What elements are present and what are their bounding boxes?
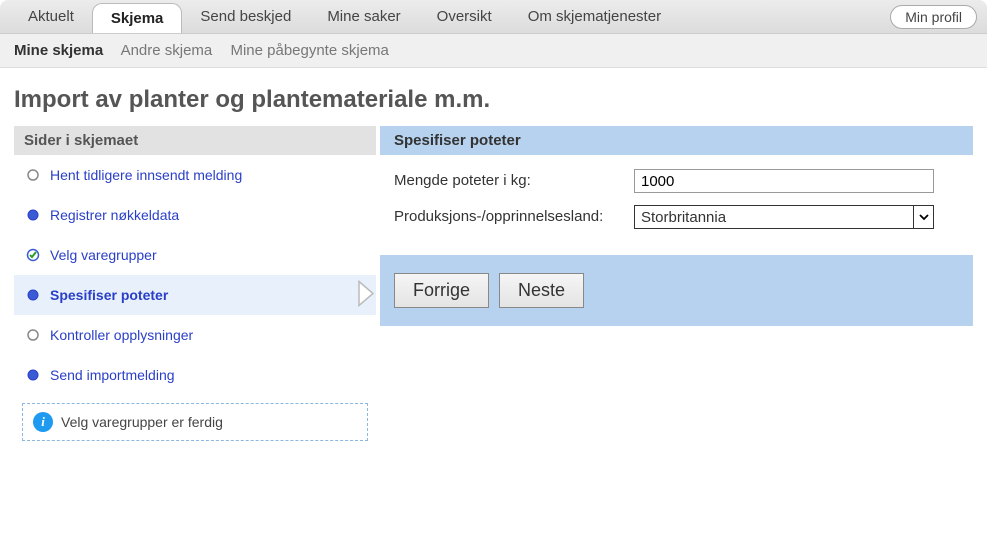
select-country[interactable]: Storbritannia xyxy=(634,205,934,229)
circle-filled-icon xyxy=(26,368,40,382)
step-link[interactable]: Kontroller opplysninger xyxy=(50,327,193,343)
info-icon: i xyxy=(33,412,53,432)
subtab-pabegynte-skjema[interactable]: Mine påbegynte skjema xyxy=(230,42,388,59)
circle-empty-icon xyxy=(26,168,40,182)
circle-filled-icon xyxy=(26,288,40,302)
subtab-andre-skjema[interactable]: Andre skjema xyxy=(121,42,213,59)
main-panel: Spesifiser poteter Mengde poteter i kg: … xyxy=(380,126,973,326)
step-link[interactable]: Hent tidligere innsendt melding xyxy=(50,167,242,183)
tab-mine-saker[interactable]: Mine saker xyxy=(309,2,418,31)
nav-button-row: Forrige Neste xyxy=(380,255,973,326)
label-country: Produksjons-/opprinnelsesland: xyxy=(394,205,634,225)
subtab-mine-skjema[interactable]: Mine skjema xyxy=(14,42,103,59)
form-area: Mengde poteter i kg: Produksjons-/opprin… xyxy=(380,155,973,255)
min-profil-button[interactable]: Min profil xyxy=(890,5,977,29)
step-kontroller-opplysninger[interactable]: Kontroller opplysninger xyxy=(14,315,376,355)
main-header: Spesifiser poteter xyxy=(380,126,973,155)
top-tabs: Aktuelt Skjema Send beskjed Mine saker O… xyxy=(0,0,987,34)
step-hent-tidligere[interactable]: Hent tidligere innsendt melding xyxy=(14,155,376,195)
input-qty[interactable] xyxy=(634,169,934,193)
sidebar-header: Sider i skjemaet xyxy=(14,126,376,155)
step-link[interactable]: Spesifiser poteter xyxy=(50,287,168,303)
tab-send-beskjed[interactable]: Send beskjed xyxy=(182,2,309,31)
sub-tabs: Mine skjema Andre skjema Mine påbegynte … xyxy=(0,34,987,68)
step-spesifiser-poteter[interactable]: Spesifiser poteter xyxy=(14,275,376,315)
page-title: Import av planter og plantemateriale m.m… xyxy=(14,86,973,114)
step-link[interactable]: Velg varegrupper xyxy=(50,247,157,263)
circle-empty-icon xyxy=(26,328,40,342)
step-velg-varegrupper[interactable]: Velg varegrupper xyxy=(14,235,376,275)
tab-oversikt[interactable]: Oversikt xyxy=(419,2,510,31)
step-link[interactable]: Registrer nøkkeldata xyxy=(50,207,179,223)
tab-aktuelt[interactable]: Aktuelt xyxy=(10,2,92,31)
step-link[interactable]: Send importmelding xyxy=(50,367,175,383)
circle-filled-icon xyxy=(26,208,40,222)
step-send-importmelding[interactable]: Send importmelding xyxy=(14,355,376,395)
row-country: Produksjons-/opprinnelsesland: Storbrita… xyxy=(394,205,959,229)
next-button[interactable]: Neste xyxy=(499,273,584,308)
check-circle-icon xyxy=(26,248,40,262)
info-message-box: i Velg varegrupper er ferdig xyxy=(22,403,368,441)
label-qty: Mengde poteter i kg: xyxy=(394,169,634,189)
tab-skjema[interactable]: Skjema xyxy=(92,3,183,33)
step-list: Hent tidligere innsendt melding Registre… xyxy=(14,155,376,395)
step-registrer-nokkeldata[interactable]: Registrer nøkkeldata xyxy=(14,195,376,235)
info-message-text: Velg varegrupper er ferdig xyxy=(61,414,223,430)
sidebar: Sider i skjemaet Hent tidligere innsendt… xyxy=(14,126,376,449)
prev-button[interactable]: Forrige xyxy=(394,273,489,308)
tab-om-skjematjenester[interactable]: Om skjematjenester xyxy=(510,2,679,31)
arrow-right-icon xyxy=(356,279,378,312)
chevron-down-icon xyxy=(913,206,933,228)
row-qty: Mengde poteter i kg: xyxy=(394,169,959,193)
select-country-value: Storbritannia xyxy=(641,209,726,226)
